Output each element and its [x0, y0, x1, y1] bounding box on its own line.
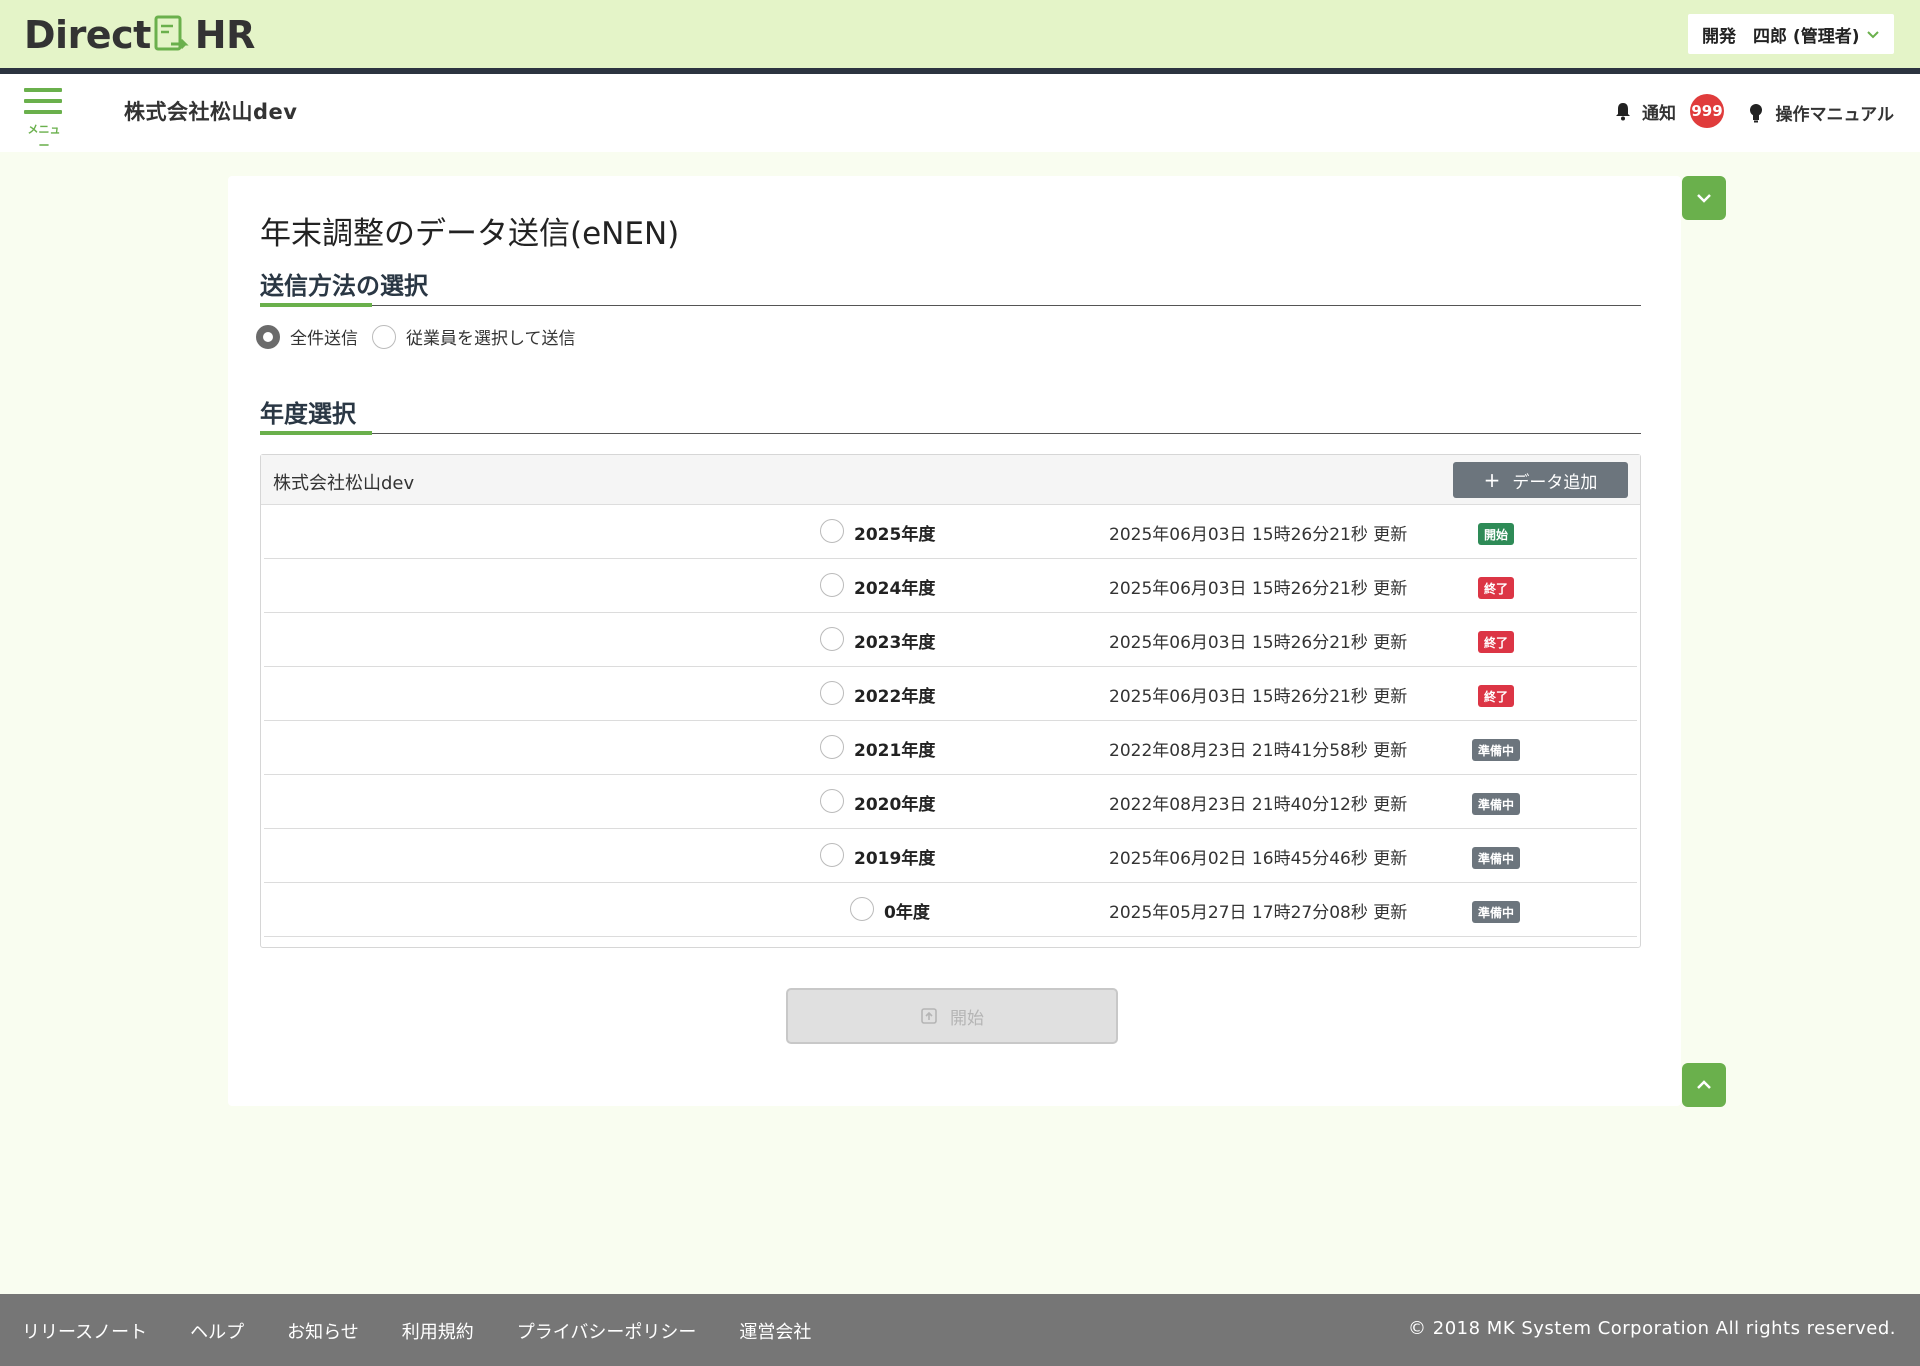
scroll-down-button[interactable]	[1682, 176, 1726, 220]
status-badge: 準備中	[1472, 793, 1521, 815]
chevron-up-icon	[1697, 1080, 1711, 1089]
footer-link-help[interactable]: ヘルプ	[190, 1318, 244, 1344]
company-name: 株式会社松山dev	[124, 100, 298, 124]
hamburger-icon-bar	[24, 99, 62, 103]
updated-timestamp: 2022年08月23日 21時41分58秒 更新	[1109, 741, 1408, 761]
menu-button[interactable]: メニュー	[24, 88, 62, 153]
status-badge: 終了	[1478, 577, 1515, 599]
menu-label: メニュー	[27, 123, 61, 152]
send-all-radio[interactable]	[256, 324, 280, 349]
year-label: 2019年度	[854, 849, 936, 869]
user-menu-dropdown[interactable]: 開発 四郎 (管理者)	[1688, 14, 1894, 54]
plus-icon: +	[1483, 468, 1501, 492]
send-selected-radio[interactable]	[372, 324, 396, 349]
logo-text-direct: Direct	[24, 13, 151, 57]
year-radio[interactable]	[820, 519, 844, 543]
status-badge: 終了	[1478, 631, 1515, 653]
footer-link-company[interactable]: 運営会社	[739, 1318, 811, 1344]
send-method-section-heading: 送信方法の選択	[260, 258, 1641, 307]
sub-header: メニュー 株式会社松山dev 通知 999 操作マニュアル	[0, 74, 1920, 152]
footer-link-privacy[interactable]: プライバシーポリシー	[517, 1318, 697, 1344]
year-radio[interactable]	[820, 681, 844, 705]
year-label: 0年度	[884, 903, 930, 923]
footer-link-terms[interactable]: 利用規約	[402, 1318, 474, 1344]
send-method-options: 全件送信 従業員を選択して送信	[256, 324, 590, 349]
panel-header: 株式会社松山dev + データ追加	[261, 455, 1640, 505]
table-row[interactable]: 2021年度 2022年08月23日 21時41分58秒 更新 準備中	[264, 721, 1637, 775]
table-row[interactable]: 0年度 2025年05月27日 17時27分08秒 更新 準備中	[264, 883, 1637, 937]
updated-timestamp: 2025年06月03日 15時26分21秒 更新	[1109, 579, 1408, 599]
notification-count-badge: 999	[1690, 94, 1724, 128]
year-label: 2025年度	[854, 525, 936, 545]
hamburger-icon-bar	[24, 110, 62, 114]
start-button-label: 開始	[950, 1008, 984, 1029]
footer-link-news[interactable]: お知らせ	[287, 1318, 359, 1344]
manual-link[interactable]: 操作マニュアル	[1748, 100, 1895, 125]
chevron-down-icon	[1697, 194, 1711, 203]
year-section-heading: 年度選択	[260, 386, 1641, 435]
top-header: Direct HR 開発 四郎 (管理者)	[0, 0, 1920, 74]
table-row[interactable]: 2023年度 2025年06月03日 15時26分21秒 更新 終了	[264, 613, 1637, 667]
year-radio[interactable]	[820, 627, 844, 651]
app-logo[interactable]: Direct HR	[24, 12, 255, 58]
year-radio[interactable]	[850, 897, 874, 921]
heading-accent-bar	[260, 431, 372, 435]
table-row[interactable]: 2020年度 2022年08月23日 21時40分12秒 更新 準備中	[264, 775, 1637, 829]
year-radio[interactable]	[820, 735, 844, 759]
send-all-label[interactable]: 全件送信	[290, 324, 358, 349]
table-row[interactable]: 2022年度 2025年06月03日 15時26分21秒 更新 終了	[264, 667, 1637, 721]
hamburger-icon	[24, 88, 62, 92]
notification-button[interactable]: 通知 999	[1614, 94, 1724, 128]
send-method-heading: 送信方法の選択	[260, 272, 428, 300]
scroll-up-button[interactable]	[1682, 1063, 1726, 1107]
updated-timestamp: 2025年06月03日 15時26分21秒 更新	[1109, 525, 1408, 545]
year-label: 2020年度	[854, 795, 936, 815]
year-label: 2022年度	[854, 687, 936, 707]
year-radio[interactable]	[820, 573, 844, 597]
year-rows: 2025年度 2025年06月03日 15時26分21秒 更新 開始 2024年…	[261, 505, 1640, 937]
user-name: 開発 四郎 (管理者)	[1702, 26, 1860, 47]
manual-label: 操作マニュアル	[1775, 105, 1895, 125]
updated-timestamp: 2025年06月02日 16時45分46秒 更新	[1109, 849, 1408, 869]
notification-label: 通知	[1642, 103, 1676, 124]
updated-timestamp: 2025年06月03日 15時26分21秒 更新	[1109, 633, 1408, 653]
updated-timestamp: 2025年06月03日 15時26分21秒 更新	[1109, 687, 1408, 707]
updated-timestamp: 2022年08月23日 21時40分12秒 更新	[1109, 795, 1408, 815]
table-row[interactable]: 2019年度 2025年06月02日 16時45分46秒 更新 準備中	[264, 829, 1637, 883]
send-selected-label[interactable]: 従業員を選択して送信	[406, 324, 576, 349]
updated-timestamp: 2025年05月27日 17時27分08秒 更新	[1109, 903, 1408, 923]
table-row[interactable]: 2025年度 2025年06月03日 15時26分21秒 更新 開始	[264, 505, 1637, 559]
status-badge: 終了	[1478, 685, 1515, 707]
footer-link-release-notes[interactable]: リリースノート	[22, 1318, 147, 1344]
logo-text-hr: HR	[194, 13, 256, 57]
status-badge: 開始	[1478, 523, 1515, 545]
heading-accent-bar	[260, 303, 372, 307]
add-data-button[interactable]: + データ追加	[1453, 462, 1628, 498]
add-data-label: データ追加	[1512, 472, 1598, 493]
lightbulb-icon	[1749, 103, 1762, 122]
footer: リリースノート ヘルプ お知らせ 利用規約 プライバシーポリシー 運営会社 © …	[0, 1294, 1920, 1366]
main-card: 年末調整のデータ送信(eNEN) 送信方法の選択 全件送信 従業員を選択して送信…	[228, 176, 1681, 1106]
year-label: 2023年度	[854, 633, 936, 653]
start-button[interactable]: 開始	[786, 988, 1118, 1044]
footer-links: リリースノート ヘルプ お知らせ 利用規約 プライバシーポリシー 運営会社	[22, 1318, 854, 1344]
chevron-down-icon	[1867, 31, 1879, 39]
panel-company-name: 株式会社松山dev	[273, 473, 415, 494]
year-radio[interactable]	[820, 843, 844, 867]
upload-icon	[921, 1008, 937, 1024]
year-heading: 年度選択	[260, 400, 356, 428]
page-title: 年末調整のデータ送信(eNEN)	[260, 216, 680, 252]
status-badge: 準備中	[1472, 739, 1521, 761]
bell-icon	[1616, 103, 1630, 121]
year-label: 2021年度	[854, 741, 936, 761]
status-badge: 準備中	[1472, 847, 1521, 869]
table-row[interactable]: 2024年度 2025年06月03日 15時26分21秒 更新 終了	[264, 559, 1637, 613]
year-radio[interactable]	[820, 789, 844, 813]
copyright: © 2018 MK System Corporation All rights …	[1408, 1318, 1896, 1339]
status-badge: 準備中	[1472, 901, 1521, 923]
year-label: 2024年度	[854, 579, 936, 599]
logo-document-icon	[154, 15, 189, 51]
year-table-panel: 株式会社松山dev + データ追加 2025年度 2025年06月03日 15時…	[260, 454, 1641, 948]
